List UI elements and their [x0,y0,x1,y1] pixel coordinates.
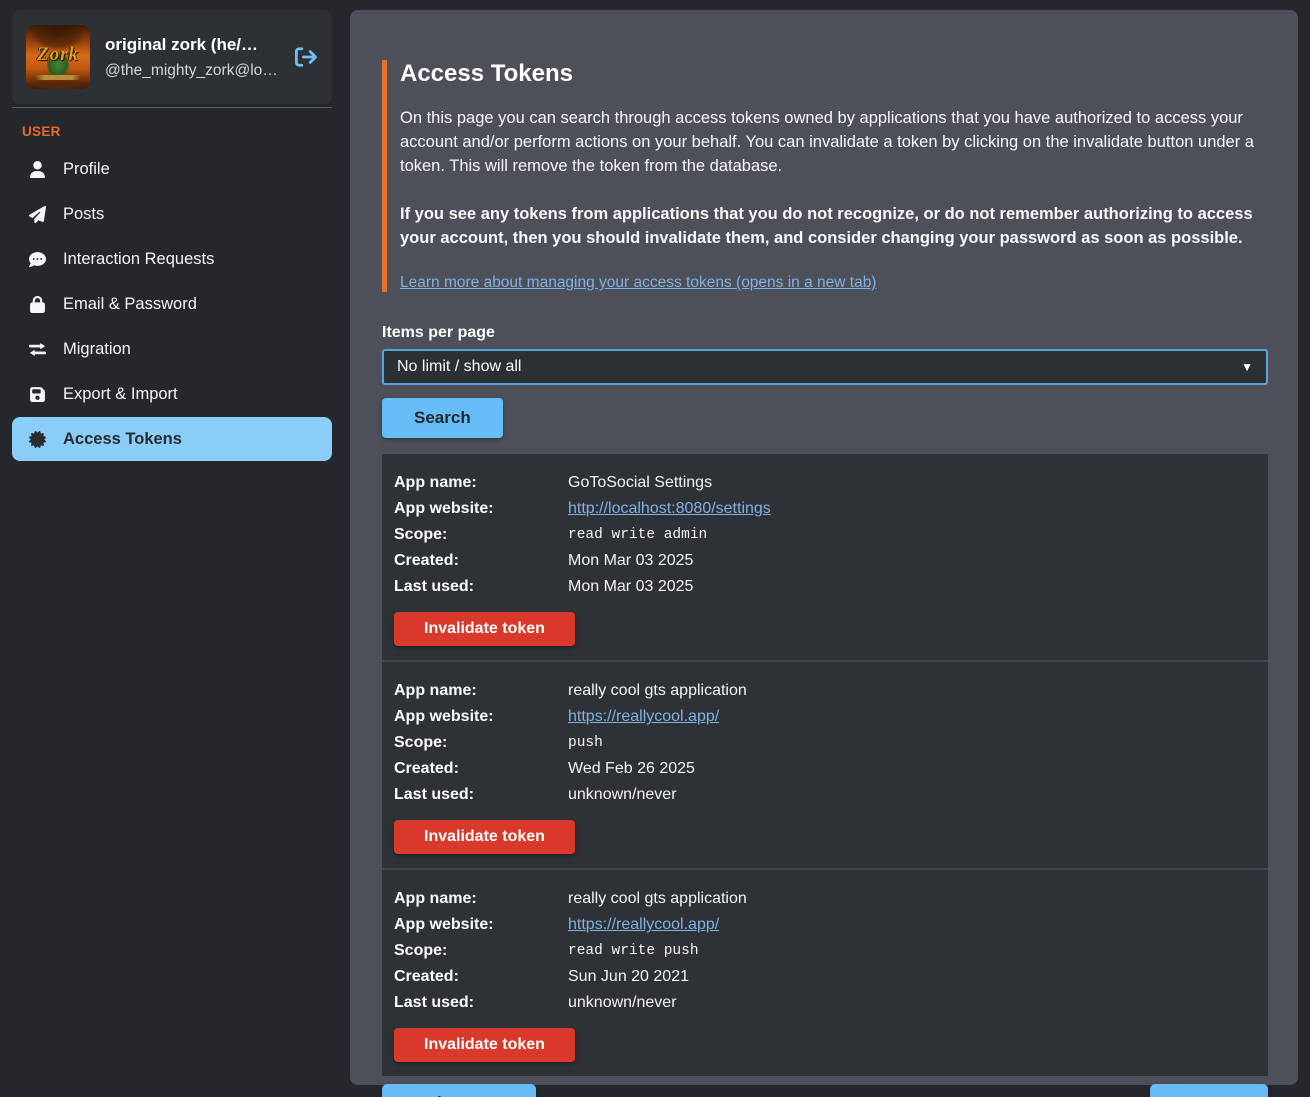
items-per-page-select[interactable]: No limit / show all ▼ [382,349,1268,385]
scope-value: read write push [568,938,699,964]
search-button[interactable]: Search [382,398,503,438]
sidebar-item-profile[interactable]: Profile [12,147,332,191]
app-website-link[interactable]: https://reallycool.app/ [568,912,719,938]
app-website-link[interactable]: http://localhost:8080/settings [568,496,771,522]
previous-page-button[interactable]: Previous page [382,1084,536,1097]
user-handle: @the_mighty_zork@lo… [105,62,279,80]
next-page-button[interactable]: Next page [1150,1084,1268,1097]
app-website-label: App website: [394,912,568,938]
user-display-name: original zork (he/… [105,35,279,55]
created-value: Mon Mar 03 2025 [568,548,693,574]
page-title: Access Tokens [400,60,1268,88]
created-label: Created: [394,756,568,782]
sidebar-divider [12,107,332,108]
last-used-label: Last used: [394,782,568,808]
sidebar-item-export-import[interactable]: Export & Import [12,372,332,416]
user-card[interactable]: Zork original zork (he/… @the_mighty_zor… [12,10,332,104]
certificate-icon [28,430,47,449]
arrows-swap-icon [28,340,47,359]
token-entry: App name:really cool gts application App… [382,660,1268,868]
token-entry: App name:GoToSocial Settings App website… [382,454,1268,660]
user-icon [28,160,47,179]
app-name-label: App name: [394,886,568,912]
main-panel: Access Tokens On this page you can searc… [350,10,1298,1085]
learn-more-link[interactable]: Learn more about managing your access to… [400,274,876,291]
last-used-value: unknown/never [568,990,677,1016]
sidebar-item-email-password[interactable]: Email & Password [12,282,332,326]
app-name-label: App name: [394,678,568,704]
app-name-value: really cool gts application [568,886,747,912]
floppy-disk-icon [28,385,47,404]
lock-icon [28,295,47,314]
sidebar-item-access-tokens[interactable]: Access Tokens [12,417,332,461]
app-website-label: App website: [394,496,568,522]
invalidate-token-button[interactable]: Invalidate token [394,612,575,646]
token-list: App name:GoToSocial Settings App website… [382,454,1268,1076]
sidebar-item-label: Access Tokens [63,430,182,449]
app-layout: Zork original zork (he/… @the_mighty_zor… [0,0,1310,1097]
user-meta: original zork (he/… @the_mighty_zork@lo… [105,35,279,80]
sidebar-item-label: Export & Import [63,385,178,404]
scope-value: read write admin [568,522,707,548]
app-website-link[interactable]: https://reallycool.app/ [568,704,719,730]
app-name-label: App name: [394,470,568,496]
scope-label: Scope: [394,938,568,964]
pagination: Previous page Next page [382,1084,1268,1097]
sidebar-item-label: Migration [63,340,131,359]
created-value: Sun Jun 20 2021 [568,964,689,990]
comment-dots-icon [28,250,47,269]
page-header: Access Tokens On this page you can searc… [382,60,1268,292]
sidebar-item-label: Interaction Requests [63,250,214,269]
last-used-value: unknown/never [568,782,677,808]
last-used-label: Last used: [394,990,568,1016]
intro-paragraph: On this page you can search through acce… [400,106,1268,178]
last-used-label: Last used: [394,574,568,600]
sidebar-item-posts[interactable]: Posts [12,192,332,236]
sidebar-item-interaction-requests[interactable]: Interaction Requests [12,237,332,281]
search-form: Items per page No limit / show all ▼ Sea… [382,324,1268,438]
scope-value: push [568,730,603,756]
created-label: Created: [394,964,568,990]
sidebar: Zork original zork (he/… @the_mighty_zor… [12,10,332,1085]
app-name-value: GoToSocial Settings [568,470,712,496]
sidebar-section-label: USER [22,124,332,139]
avatar-decoration [35,75,81,80]
sidebar-item-label: Email & Password [63,295,197,314]
items-per-page-label: Items per page [382,324,1268,342]
app-name-value: really cool gts application [568,678,747,704]
invalidate-token-button[interactable]: Invalidate token [394,1028,575,1062]
scope-label: Scope: [394,730,568,756]
avatar-zork-text: Zork [26,44,90,66]
created-label: Created: [394,548,568,574]
sidebar-item-migration[interactable]: Migration [12,327,332,371]
avatar: Zork [26,25,90,89]
chevron-down-icon: ▼ [1241,360,1253,374]
created-value: Wed Feb 26 2025 [568,756,695,782]
sidebar-item-label: Posts [63,205,104,224]
scope-label: Scope: [394,522,568,548]
sidebar-nav: Profile Posts Interaction Requests Email… [12,147,332,461]
sidebar-item-label: Profile [63,160,110,179]
app-website-label: App website: [394,704,568,730]
sign-out-icon[interactable] [294,46,318,68]
invalidate-token-button[interactable]: Invalidate token [394,820,575,854]
token-entry: App name:really cool gts application App… [382,868,1268,1076]
last-used-value: Mon Mar 03 2025 [568,574,693,600]
paper-plane-icon [28,205,47,224]
warning-paragraph: If you see any tokens from applications … [400,202,1268,250]
items-per-page-value: No limit / show all [397,358,521,376]
